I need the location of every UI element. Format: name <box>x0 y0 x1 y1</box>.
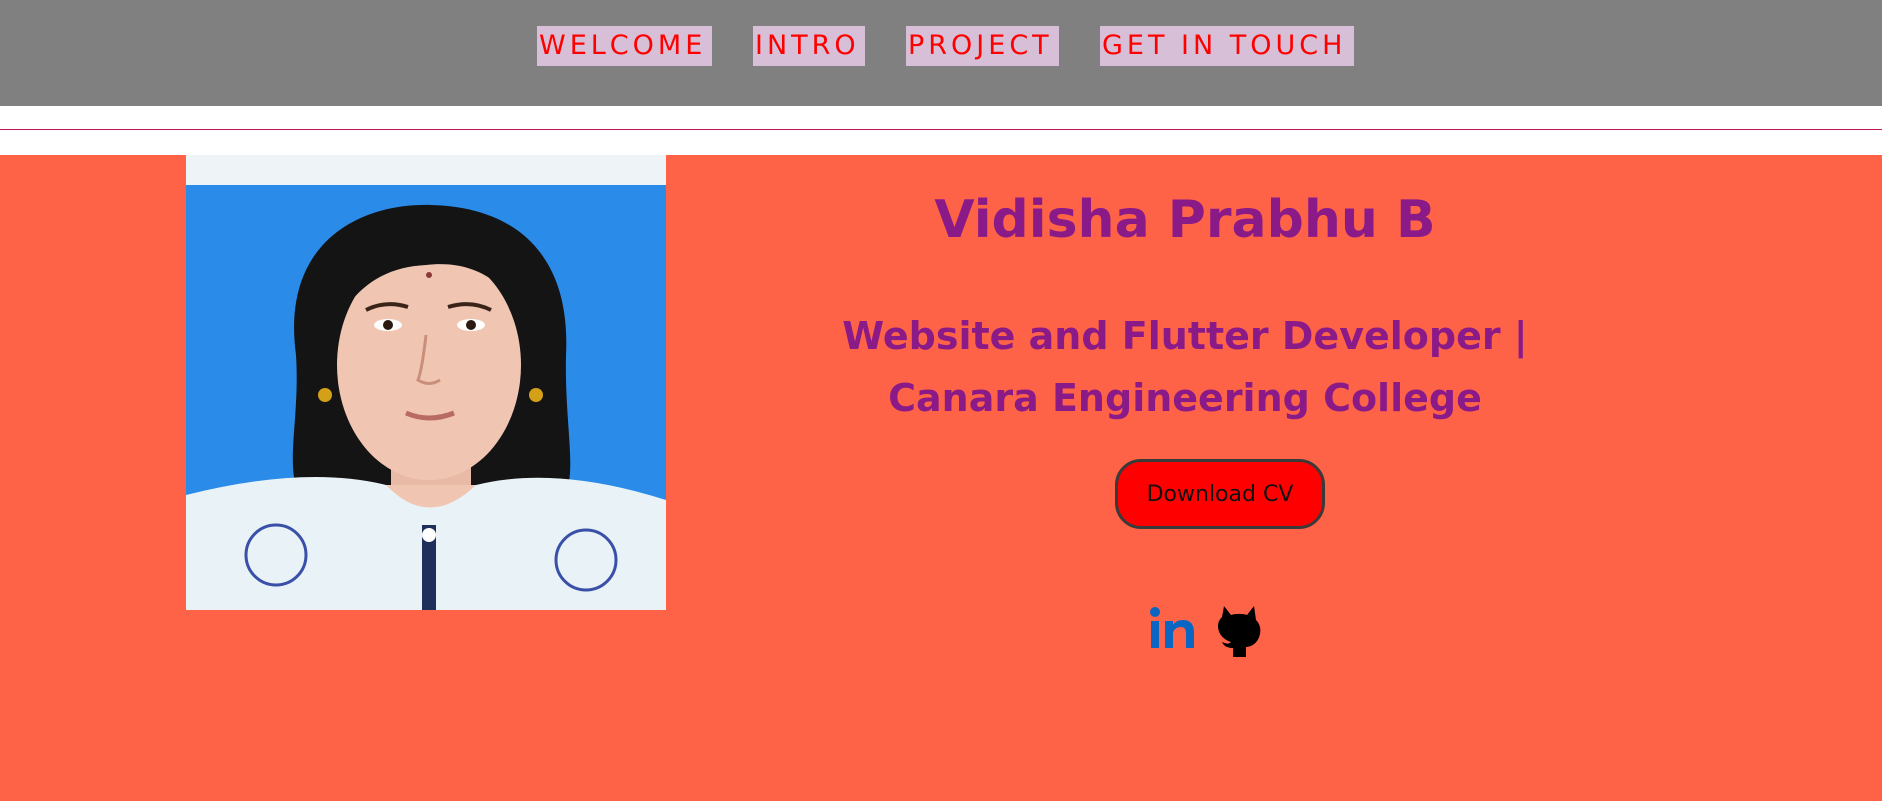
nav-link-intro[interactable]: INTRO <box>753 26 865 66</box>
profile-photo <box>186 155 666 610</box>
person-name: Vidisha Prabhu B <box>934 190 1436 250</box>
role-line-title: Website and Flutter Developer | <box>842 314 1528 358</box>
nav-link-project[interactable]: PROJECT <box>906 26 1059 66</box>
nav-link-get-in-touch[interactable]: GET IN TOUCH <box>1100 26 1354 66</box>
github-icon[interactable] <box>1216 602 1262 658</box>
top-navigation: WELCOME INTRO PROJECT GET IN TOUCH <box>0 0 1882 106</box>
role-description: Website and Flutter Developer | Canara E… <box>790 305 1580 429</box>
nav-link-welcome[interactable]: WELCOME <box>537 26 712 66</box>
section-divider <box>0 129 1882 130</box>
hero-section: Vidisha Prabhu B Website and Flutter Dev… <box>0 155 1882 801</box>
role-line-college: Canara Engineering College <box>888 376 1482 420</box>
download-cv-button[interactable]: Download CV <box>1115 459 1325 529</box>
linkedin-icon[interactable] <box>1148 604 1196 652</box>
